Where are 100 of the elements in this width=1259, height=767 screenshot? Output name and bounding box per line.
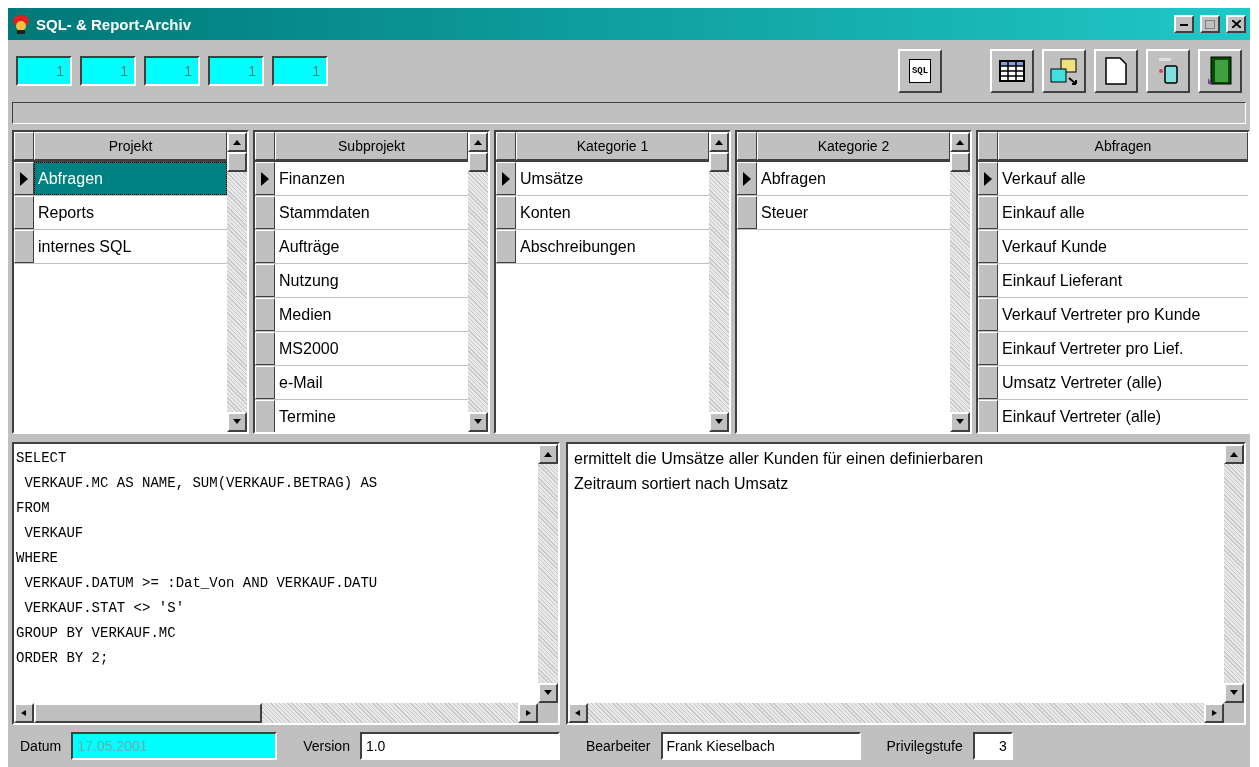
row-indicator[interactable]	[978, 162, 998, 195]
scroll-button[interactable]	[538, 444, 558, 464]
code-line: VERKAUF	[23, 524, 85, 543]
row-indicator[interactable]	[14, 230, 34, 263]
counter-field[interactable]: 1	[272, 56, 328, 86]
scroll-button[interactable]	[709, 412, 729, 432]
row-indicator[interactable]	[255, 298, 275, 331]
column-header[interactable]: Kategorie 1	[516, 132, 709, 160]
input-field[interactable]: 3	[972, 732, 1013, 760]
cylinder-icon	[1157, 57, 1179, 85]
sql-editor[interactable]: SELECT VERKAUF.MC AS NAME, SUM(VERKAUF.BETRAG) AS FROM VERKAUF WHERE VERKAUF.DATUM >= :Dat_Von AND VERKAUF.DATU VERKAUF.STAT <> 'S' GROUP BY VERKAUF.MC ORDER BY 2;	[12, 442, 560, 725]
vertical-scrollbar[interactable]	[709, 132, 729, 432]
left-arrow-icon	[574, 710, 582, 716]
vertical-scrollbar[interactable]	[950, 132, 970, 432]
row-indicator[interactable]	[496, 162, 516, 195]
column-header[interactable]: Subprojekt	[275, 132, 468, 160]
table-icon	[999, 60, 1025, 82]
row-indicator[interactable]	[496, 230, 516, 263]
scroll-button[interactable]	[538, 683, 558, 703]
row-indicator[interactable]	[737, 196, 757, 229]
row-indicator[interactable]	[978, 196, 998, 229]
row-indicator[interactable]	[255, 366, 275, 399]
current-row-icon	[984, 171, 992, 186]
input-field[interactable]: 1.0	[359, 732, 560, 760]
door-icon	[1207, 56, 1233, 86]
vertical-scrollbar[interactable]	[227, 132, 247, 432]
scroll-button[interactable]	[950, 132, 970, 152]
scroll-button[interactable]	[227, 132, 247, 152]
scroll-button[interactable]	[518, 703, 538, 723]
scroll-button[interactable]	[709, 132, 729, 152]
row-indicator[interactable]	[978, 400, 998, 432]
scroll-button[interactable]	[568, 703, 588, 723]
counter-field[interactable]: 1	[80, 56, 136, 86]
minimize-icon	[1180, 22, 1188, 26]
scroll-thumb[interactable]	[468, 152, 488, 172]
vertical-scrollbar[interactable]	[1224, 444, 1244, 703]
counter-field[interactable]: 1	[16, 56, 72, 86]
database-button[interactable]	[1146, 49, 1190, 93]
row-indicator[interactable]	[255, 332, 275, 365]
column-header[interactable]: Abfragen	[998, 132, 1248, 160]
row-indicator[interactable]	[496, 196, 516, 229]
minimize-button[interactable]	[1174, 15, 1194, 33]
down-arrow-icon	[956, 419, 964, 425]
app-logo-icon	[12, 14, 30, 34]
row-indicator[interactable]	[255, 400, 275, 432]
current-row-icon	[20, 171, 28, 186]
row-indicator[interactable]	[978, 366, 998, 399]
scroll-thumb[interactable]	[227, 152, 247, 172]
row-indicator[interactable]	[14, 196, 34, 229]
sql-button[interactable]: SQL	[898, 49, 942, 93]
scroll-thumb[interactable]	[950, 152, 970, 172]
images-button[interactable]	[1042, 49, 1086, 93]
scroll-button[interactable]	[950, 412, 970, 432]
scroll-button[interactable]	[227, 412, 247, 432]
field-label: Datum	[20, 738, 62, 754]
sql-document-icon: SQL	[908, 59, 932, 83]
scroll-button[interactable]	[1224, 444, 1244, 464]
up-arrow-icon	[956, 139, 964, 145]
code-line: VERKAUF.MC AS NAME, SUM(VERKAUF.BETRAG) AS	[23, 474, 379, 493]
row-indicator[interactable]	[255, 162, 275, 195]
scroll-thumb[interactable]	[34, 703, 262, 723]
pictures-icon	[1049, 56, 1079, 86]
horizontal-scrollbar[interactable]	[14, 703, 538, 723]
vertical-scrollbar[interactable]	[538, 444, 558, 703]
row-indicator[interactable]	[14, 162, 34, 195]
counter-field[interactable]: 1	[144, 56, 200, 86]
vertical-scrollbar[interactable]	[468, 132, 488, 432]
maximize-button[interactable]	[1200, 15, 1220, 33]
scroll-button[interactable]	[468, 412, 488, 432]
column-header[interactable]: Kategorie 2	[757, 132, 950, 160]
new-document-button[interactable]	[1094, 49, 1138, 93]
row-indicator[interactable]	[978, 264, 998, 297]
row-indicator[interactable]	[255, 230, 275, 263]
description-editor[interactable]: ermittelt die Umsätze aller Kunden für einen definierbaren Zeitraum sortiert nach Umsatz	[566, 442, 1246, 725]
scroll-thumb[interactable]	[709, 152, 729, 172]
table-button[interactable]	[990, 49, 1034, 93]
input-field[interactable]: Frank Kieselbach	[660, 732, 861, 760]
document-icon	[1105, 57, 1127, 85]
row-indicator[interactable]	[737, 162, 757, 195]
scroll-button[interactable]	[468, 132, 488, 152]
horizontal-scrollbar[interactable]	[568, 703, 1224, 723]
scroll-button[interactable]	[1204, 703, 1224, 723]
counter-field[interactable]: 1	[208, 56, 264, 86]
field-label: Version	[303, 738, 350, 754]
scroll-button[interactable]	[1224, 683, 1244, 703]
up-arrow-icon	[1230, 451, 1238, 457]
exit-button[interactable]	[1198, 49, 1242, 93]
list-row[interactable]: Abfragen	[34, 162, 227, 195]
row-indicator[interactable]	[978, 230, 998, 263]
close-icon	[1231, 20, 1241, 28]
code-line: ORDER BY 2;	[16, 649, 110, 668]
row-indicator[interactable]	[978, 332, 998, 365]
code-line: SELECT	[16, 449, 68, 468]
row-indicator[interactable]	[978, 298, 998, 331]
column-header[interactable]: Projekt	[34, 132, 227, 160]
scroll-button[interactable]	[14, 703, 34, 723]
row-indicator[interactable]	[255, 264, 275, 297]
close-button[interactable]	[1226, 15, 1246, 33]
up-arrow-icon	[233, 139, 241, 145]
row-indicator[interactable]	[255, 196, 275, 229]
